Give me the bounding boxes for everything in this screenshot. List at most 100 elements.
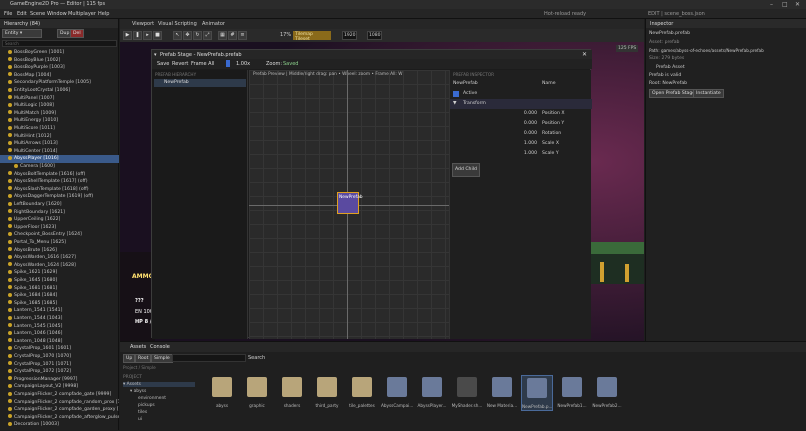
asset-item[interactable]: abyss bbox=[206, 375, 238, 411]
asset-item[interactable]: tile_palettes bbox=[346, 375, 378, 411]
transform-field-input[interactable]: 0.000 bbox=[453, 109, 537, 119]
hierarchy-item[interactable]: CampaignFlicker_2 compfade_afterglow_pul… bbox=[0, 414, 119, 422]
tree-item-tiles[interactable]: tiles bbox=[138, 410, 147, 415]
hierarchy-item[interactable]: MultiLogic [1008] bbox=[0, 102, 119, 110]
zoom-slider-handle[interactable] bbox=[226, 60, 230, 67]
hierarchy-item[interactable]: AbyssBrute [1626] bbox=[0, 247, 119, 255]
tab-visual-scripting[interactable]: Visual Scripting bbox=[158, 21, 197, 27]
hierarchy-item[interactable]: Lantern_1541 [1541] bbox=[0, 307, 119, 315]
hierarchy-item[interactable]: Lantern_1544 [1043] bbox=[0, 315, 119, 323]
hierarchy-item[interactable]: CrystalProp_1601 [1601] bbox=[0, 345, 119, 353]
prefab-revert-button[interactable]: Revert bbox=[172, 61, 188, 67]
hierarchy-item[interactable]: RightBoundary [1621] bbox=[0, 209, 119, 217]
hierarchy-item[interactable]: UpperCeiling [1622] bbox=[0, 216, 119, 224]
tab-assets[interactable]: Assets bbox=[130, 344, 146, 350]
maximize-icon[interactable]: □ bbox=[782, 1, 788, 8]
prefab-preview[interactable]: Prefab Preview | Middle/right drag: pan … bbox=[249, 70, 449, 339]
tab-animator[interactable]: Animator bbox=[202, 21, 225, 27]
hierarchy-item[interactable]: Lantern_1545 [1045] bbox=[0, 323, 119, 331]
menu-multiplayer[interactable]: Multiplayer bbox=[68, 11, 96, 17]
close-icon[interactable]: ✕ bbox=[795, 1, 800, 8]
asset-item[interactable]: third_party bbox=[311, 375, 343, 411]
asset-item[interactable]: shaders bbox=[276, 375, 308, 411]
prefab-save-button[interactable]: Save bbox=[157, 61, 169, 67]
rotate-tool-icon[interactable]: ↻ bbox=[193, 31, 202, 40]
tilemap-badge[interactable]: Tilemap Tileset bbox=[293, 31, 331, 42]
move-tool-icon[interactable]: ✥ bbox=[183, 31, 192, 40]
hierarchy-item[interactable]: AbyssWarden_1616 [1627] bbox=[0, 254, 119, 262]
resolution-width-input[interactable]: 1920 bbox=[342, 31, 357, 40]
menu-edit[interactable]: Edit bbox=[17, 11, 27, 17]
stop-icon[interactable]: ■ bbox=[153, 31, 162, 40]
hierarchy-item[interactable]: Spike_1645 [1680] bbox=[0, 277, 119, 285]
hierarchy-item[interactable]: MultiArrows [1013] bbox=[0, 140, 119, 148]
hierarchy-item[interactable]: ProgressionManager [9997] bbox=[0, 376, 119, 384]
hierarchy-item[interactable]: CampaignFlicker_2 compfade_gate [9999] bbox=[0, 391, 119, 399]
hierarchy-item[interactable]: AbyssDaggerTemplate [1619] (off) bbox=[0, 193, 119, 201]
tree-item-assets[interactable]: ▾ Assets bbox=[123, 382, 195, 387]
up-button[interactable]: Up bbox=[123, 354, 136, 363]
hierarchy-item[interactable]: MultiPanel [1007] bbox=[0, 95, 119, 103]
transform-field-input[interactable]: 0.000 bbox=[453, 129, 537, 139]
resolution-height-input[interactable]: 1080 bbox=[367, 31, 382, 40]
hierarchy-item[interactable]: AbyssWarden_1624 [1628] bbox=[0, 262, 119, 270]
transform-header[interactable]: ▼ Transform bbox=[450, 99, 592, 109]
prefab-frame-all-button[interactable]: Frame All bbox=[191, 61, 214, 67]
del-button[interactable]: Del bbox=[70, 29, 84, 38]
hierarchy-item[interactable]: BossBoyBlue [1002] bbox=[0, 57, 119, 65]
tree-item-ui[interactable]: ui bbox=[138, 417, 142, 422]
menu-scene[interactable]: Scene bbox=[30, 11, 45, 17]
asset-item[interactable]: AbyssPlayer... bbox=[416, 375, 448, 411]
menu-file[interactable]: File bbox=[4, 11, 12, 17]
hierarchy-item[interactable]: CrystalProp_1070 [1070] bbox=[0, 353, 119, 361]
transform-field-input[interactable]: 0.000 bbox=[453, 119, 537, 129]
layers-icon[interactable]: ≡ bbox=[238, 31, 247, 40]
root-button[interactable]: Root bbox=[135, 354, 152, 363]
hierarchy-item[interactable]: BossBoyGreen [1001] bbox=[0, 49, 119, 57]
hierarchy-item[interactable]: Spike_1685 [1685] bbox=[0, 300, 119, 308]
hierarchy-item[interactable]: MultiCenter [1014] bbox=[0, 148, 119, 156]
collapse-arrow-icon[interactable]: ▾ bbox=[154, 52, 157, 58]
asset-item[interactable]: NewPrefab.p... bbox=[521, 375, 553, 411]
hierarchy-item[interactable]: UpperFloor [1623] bbox=[0, 224, 119, 232]
minimize-icon[interactable]: – bbox=[770, 1, 773, 8]
asset-item[interactable]: NewPrefab1... bbox=[556, 375, 588, 411]
asset-item[interactable]: New Materia... bbox=[486, 375, 518, 411]
tree-item-environment[interactable]: environment bbox=[138, 396, 166, 401]
prefab-entity[interactable]: NewPrefab bbox=[337, 192, 363, 214]
scale-tool-icon[interactable]: ⤢ bbox=[203, 31, 212, 40]
hierarchy-item[interactable]: Spike_1684 [1684] bbox=[0, 292, 119, 300]
hierarchy-item[interactable]: Lantern_1048 [1048] bbox=[0, 338, 119, 346]
hierarchy-item[interactable]: CrystalProp_1071 [1071] bbox=[0, 361, 119, 369]
select-tool-icon[interactable]: ↖ bbox=[173, 31, 182, 40]
hierarchy-item[interactable]: Lantern_1046 [1046] bbox=[0, 330, 119, 338]
hierarchy-item[interactable]: MultiEnergy [1010] bbox=[0, 117, 119, 125]
instantiate-button[interactable]: Instantiate bbox=[693, 89, 724, 98]
hierarchy-item[interactable]: Spike_1621 [1629] bbox=[0, 269, 119, 277]
hierarchy-search-input[interactable]: Search bbox=[2, 40, 117, 47]
hierarchy-item[interactable]: AbyssSlashTemplate [1618] (off) bbox=[0, 186, 119, 194]
tree-item-pickups[interactable]: pickups bbox=[138, 403, 155, 408]
hierarchy-item[interactable]: CampaignFlicker_2 compfade_garden_proxy … bbox=[0, 406, 119, 414]
hierarchy-item[interactable]: CampaignLayout_V2 [9998] bbox=[0, 383, 119, 391]
tab-viewport[interactable]: Viewport bbox=[132, 21, 154, 27]
grid-icon[interactable]: # bbox=[228, 31, 237, 40]
menu-window[interactable]: Window bbox=[47, 11, 67, 17]
dialog-close-icon[interactable]: ✕ bbox=[582, 51, 587, 58]
hierarchy-item[interactable]: BossBoyPurple [1003] bbox=[0, 64, 119, 72]
snap-icon[interactable]: ▦ bbox=[218, 31, 227, 40]
assets-search-button[interactable]: Search bbox=[248, 355, 265, 361]
tab-console[interactable]: Console bbox=[150, 344, 170, 350]
hierarchy-item[interactable]: CampaignFlicker_2 compfade_random_prox [… bbox=[0, 399, 119, 407]
simple-button[interactable]: Simple bbox=[151, 354, 173, 363]
prefab-root-item[interactable]: NewPrefab bbox=[154, 79, 246, 87]
transform-field-input[interactable]: 1.000 bbox=[453, 139, 537, 149]
name-input[interactable]: NewPrefab bbox=[453, 79, 478, 89]
asset-item[interactable]: NewPrefab2... bbox=[591, 375, 623, 411]
hierarchy-item[interactable]: Spike_1681 [1681] bbox=[0, 285, 119, 293]
hierarchy-item[interactable]: BossMap [1004] bbox=[0, 72, 119, 80]
menu-help[interactable]: Help bbox=[98, 11, 109, 17]
hierarchy-item[interactable]: Checkpoint_BossEntry [1624] bbox=[0, 231, 119, 239]
hierarchy-item[interactable]: Decoration [10003] bbox=[0, 421, 119, 429]
hierarchy-item[interactable]: MultiMatch [1009] bbox=[0, 110, 119, 118]
